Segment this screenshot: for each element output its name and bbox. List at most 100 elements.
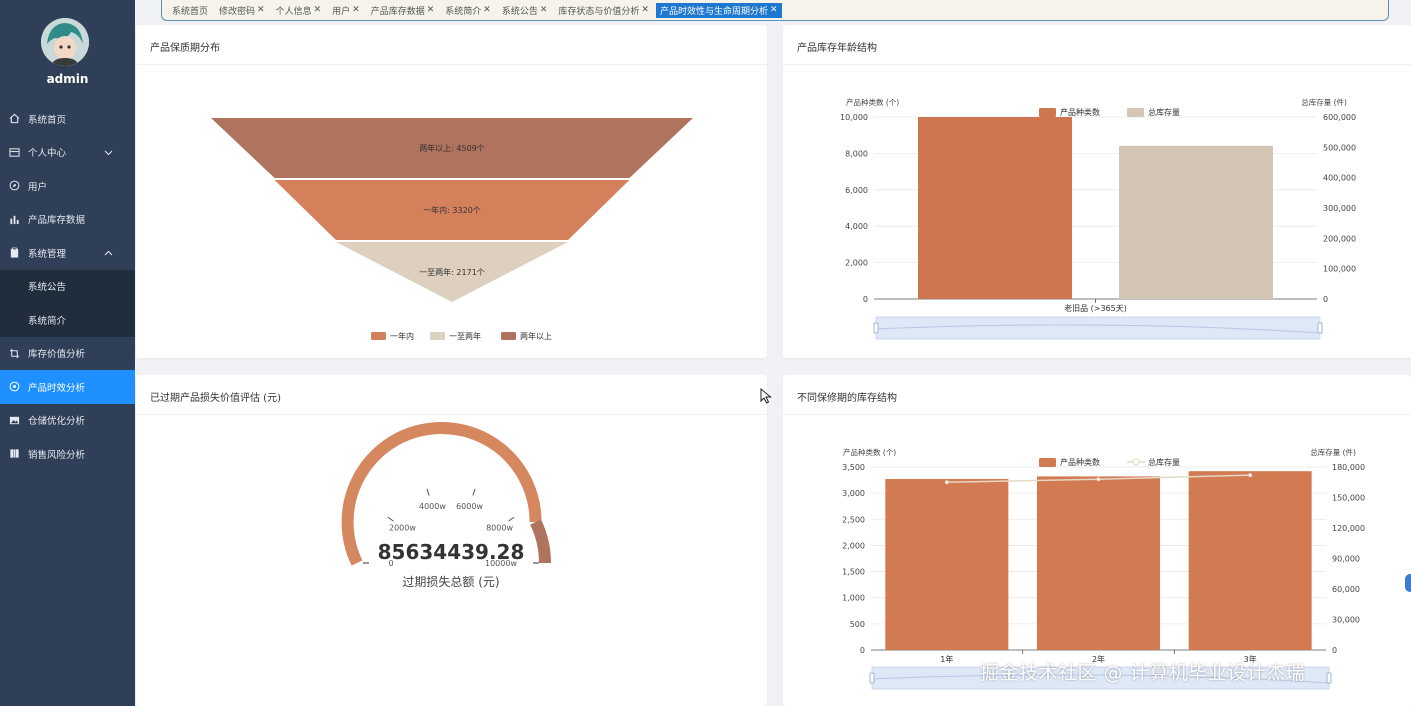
gauge-tick xyxy=(508,516,515,522)
tab-bar: 系统首页 修改密码 ✕ 个人信息 ✕ 用户 ✕ 产品库存数据 ✕ 系统简介 ✕ 系统公告 ✕… xyxy=(161,0,1389,21)
y-right-tick-label: 180,000 xyxy=(1332,463,1365,472)
tab-label: 修改密码 xyxy=(219,6,256,17)
close-icon[interactable]: ✕ xyxy=(641,5,649,15)
sidebar-item-label: 系统简介 xyxy=(28,315,67,327)
y-left-tick-label: 2,000 xyxy=(842,541,865,550)
gauge-value: 85634439.28 xyxy=(378,540,525,564)
sidebar-item-warehouse-optimization[interactable]: 仓储优化分析 xyxy=(0,404,135,438)
tab-inventory-data[interactable]: 产品库存数据 ✕ xyxy=(367,3,439,18)
picture-icon xyxy=(8,414,20,426)
tab-home[interactable]: 系统首页 xyxy=(168,3,212,18)
sidebar-item-inventory-value[interactable]: 库存价值分析 xyxy=(0,337,135,371)
y-axis-left-label: 产品种类数 (个) xyxy=(843,447,896,457)
sidebar-item-label: 个人中心 xyxy=(28,148,67,160)
tab-change-password[interactable]: 修改密码 ✕ xyxy=(215,3,269,18)
y-right-tick-label: 0 xyxy=(1323,295,1328,304)
funnel-chart: 两年以上: 4509个一年内: 3320个一至两年: 2171个一年内 一至两年 两… xyxy=(211,118,693,341)
y-right-tick-label: 300,000 xyxy=(1323,204,1356,213)
gauge-tick-label: 2000w xyxy=(389,524,416,533)
line-point xyxy=(944,480,949,485)
side-float-button[interactable] xyxy=(1405,574,1411,592)
close-icon[interactable]: ✕ xyxy=(427,5,435,15)
sidebar-item-personal-center[interactable]: 个人中心 xyxy=(0,136,135,170)
y-right-tick-label: 120,000 xyxy=(1332,524,1365,533)
legend-label: 产品种类数 xyxy=(1060,107,1100,117)
sidebar-item-timeliness-analysis[interactable]: 产品时效分析 xyxy=(0,370,135,404)
book-icon xyxy=(8,448,20,460)
tab-timeliness-lifecycle[interactable]: 产品时效性与生命周期分析 ✕ xyxy=(655,2,782,18)
tab-label: 产品时效性与生命周期分析 xyxy=(659,6,768,17)
bar xyxy=(1037,476,1160,650)
data-zoom-handle-left xyxy=(869,672,875,684)
gauge-remaining-arc xyxy=(530,519,551,564)
warranty-structure-card: 不同保修期的库存结构 产品种类数 (个) 总库存量 (件) 0 500 1,000 1,5… xyxy=(783,375,1411,706)
y-axis-right-label: 总库存量 (件) xyxy=(1301,97,1347,107)
legend-marker xyxy=(1132,458,1140,466)
y-left-tick-label: 500 xyxy=(850,620,865,629)
avatar-image xyxy=(41,18,89,66)
legend-swatch xyxy=(1127,108,1144,117)
avatar[interactable] xyxy=(41,18,89,66)
tab-system-notice[interactable]: 系统公告 ✕ xyxy=(498,3,552,18)
sidebar-item-inventory-data[interactable]: 产品库存数据 xyxy=(0,203,135,237)
bar xyxy=(885,479,1009,650)
chevron-down-icon xyxy=(104,148,113,159)
legend-swatch xyxy=(501,332,516,340)
y-right-tick-label: 100,000 xyxy=(1323,265,1356,274)
id-card-icon xyxy=(8,146,20,158)
gauge-tick xyxy=(387,516,394,522)
tab-label: 产品库存数据 xyxy=(370,6,425,17)
tab-system-intro[interactable]: 系统简介 ✕ xyxy=(441,3,495,18)
funnel-label: 一年内: 3320个 xyxy=(423,205,481,215)
tab-label: 系统首页 xyxy=(172,6,209,17)
bar xyxy=(1188,471,1312,650)
y-right-tick-label: 90,000 xyxy=(1332,555,1360,564)
sidebar-item-label: 产品库存数据 xyxy=(28,215,86,227)
sidebar-item-system-management[interactable]: 系统管理 xyxy=(0,236,135,270)
y-left-tick-label: 0 xyxy=(863,295,868,304)
sidebar-item-sales-risk[interactable]: 销售风险分析 xyxy=(0,437,135,471)
sidebar-item-system-notice[interactable]: 系统公告 xyxy=(0,269,135,303)
tab-label: 系统简介 xyxy=(445,6,482,17)
loss-gauge-chart: 02000w4000w 6000w8000w10000w85634439.28过期… xyxy=(341,422,551,589)
tab-inventory-status-value[interactable]: 库存状态与价值分析 ✕ xyxy=(554,3,653,18)
y-left-tick-label: 3,500 xyxy=(842,463,865,472)
gauge-tick-label: 4000w xyxy=(419,502,446,511)
close-icon[interactable]: ✕ xyxy=(483,5,491,15)
y-left-tick-label: 1,500 xyxy=(842,568,865,577)
settings-icon xyxy=(8,381,20,393)
gauge-tick xyxy=(426,488,430,496)
y-left-tick-label: 6,000 xyxy=(845,186,868,195)
bar xyxy=(1119,145,1273,299)
bar xyxy=(918,117,1072,299)
watermark-text: 掘金技术社区 @ 计算机毕业设计杰瑞 xyxy=(980,662,1306,684)
sidebar-item-home[interactable]: 系统首页 xyxy=(0,102,135,136)
gauge-tick xyxy=(472,488,476,496)
y-left-tick-label: 8,000 xyxy=(845,149,868,158)
sidebar-item-system-intro[interactable]: 系统简介 xyxy=(0,303,135,337)
close-icon[interactable]: ✕ xyxy=(770,5,778,15)
legend-label: 一年内 xyxy=(390,331,414,341)
y-left-tick-label: 0 xyxy=(860,646,865,655)
sidebar-item-label: 系统首页 xyxy=(28,114,67,126)
sidebar-menu: 系统首页 个人中心 用户 产品库存数据 系统管理 系统公告 系统简介 库存价值分… xyxy=(0,102,135,471)
line-point xyxy=(1096,477,1101,482)
x-tick-label: 1年 xyxy=(940,654,953,664)
age-structure-chart: 产品种类数 (个) 总库存量 (件) 0 2,000 4,000 6,000 8,000 10… xyxy=(840,97,1356,340)
y-right-tick-label: 600,000 xyxy=(1323,113,1356,122)
close-icon[interactable]: ✕ xyxy=(257,5,265,15)
sidebar-item-label: 库存价值分析 xyxy=(28,349,86,361)
tab-users[interactable]: 用户 ✕ xyxy=(328,3,364,18)
legend-swatch xyxy=(430,332,445,340)
sidebar-item-users[interactable]: 用户 xyxy=(0,169,135,203)
username: admin xyxy=(46,72,89,86)
legend-label: 产品种类数 xyxy=(1060,457,1100,467)
close-icon[interactable]: ✕ xyxy=(352,5,360,15)
sidebar-item-label: 产品时效分析 xyxy=(28,382,86,394)
crop-icon xyxy=(8,347,20,359)
funnel-label: 两年以上: 4509个 xyxy=(419,143,485,153)
x-tick-label: 老旧品 (>365天) xyxy=(1064,303,1127,313)
tab-personal-info[interactable]: 个人信息 ✕ xyxy=(272,3,326,18)
close-icon[interactable]: ✕ xyxy=(314,5,322,15)
close-icon[interactable]: ✕ xyxy=(540,5,548,15)
